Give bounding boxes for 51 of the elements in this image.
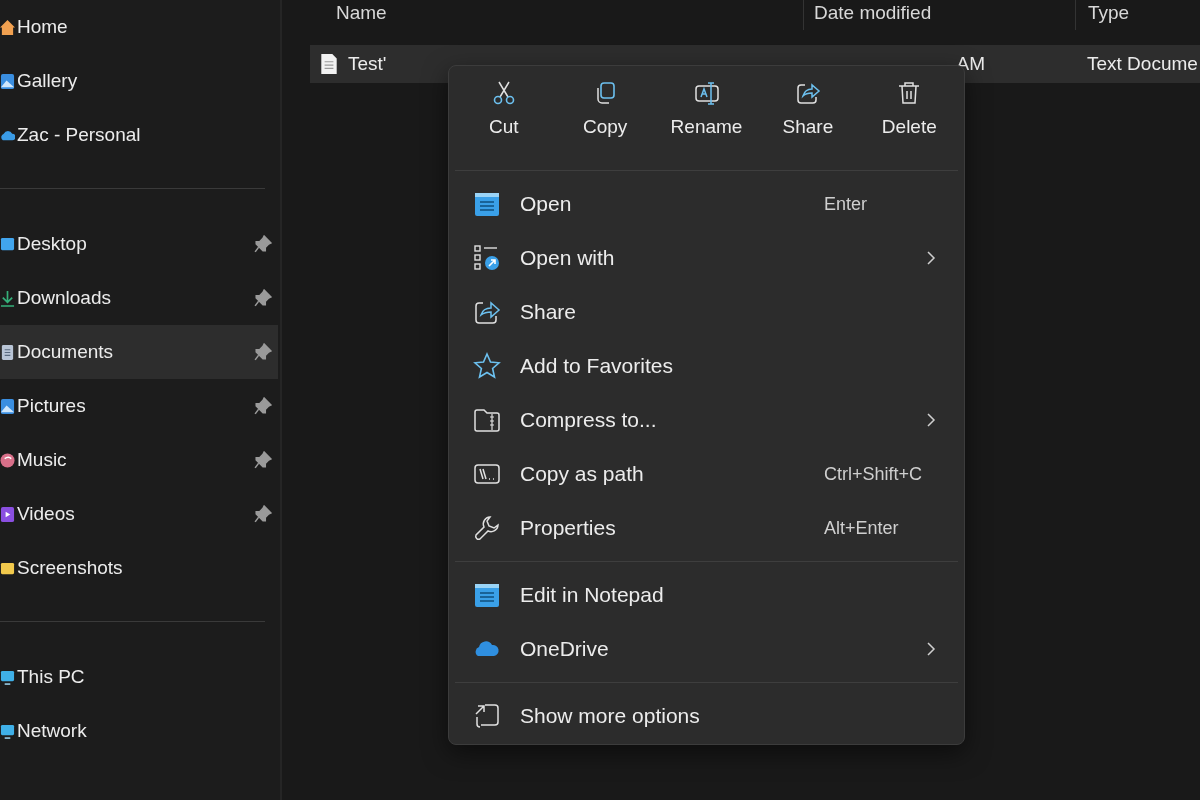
- sidebar-item[interactable]: This PC: [0, 650, 278, 704]
- picture-icon: [0, 72, 15, 90]
- sidebar-item[interactable]: Screenshots: [0, 541, 278, 595]
- menu-item[interactable]: Open with: [449, 231, 964, 285]
- sidebar-item[interactable]: Gallery: [0, 54, 278, 108]
- expand-icon: [473, 702, 501, 730]
- house-icon: [0, 18, 15, 36]
- column-header[interactable]: Type: [1075, 0, 1200, 30]
- menu-item[interactable]: Share: [449, 285, 964, 339]
- menu-item[interactable]: Copy as path Ctrl+Shift+C: [449, 447, 964, 501]
- sidebar-item[interactable]: Pictures: [0, 379, 278, 433]
- menu-item[interactable]: Open Enter: [449, 177, 964, 231]
- menu-action-button[interactable]: Cut: [453, 80, 555, 156]
- monitor-icon: [0, 722, 15, 740]
- menu-action-button[interactable]: Rename: [655, 80, 758, 156]
- sidebar-item[interactable]: Network: [0, 704, 278, 758]
- menu-action-button[interactable]: Share: [757, 80, 859, 156]
- monitor-icon: [0, 235, 15, 253]
- menu-item[interactable]: Edit in Notepad: [449, 568, 964, 622]
- menu-action-button[interactable]: Copy: [554, 80, 656, 156]
- column-header[interactable]: Date modified: [803, 0, 1075, 30]
- sidebar-item[interactable]: Music: [0, 433, 278, 487]
- notepad-icon: [473, 190, 501, 218]
- sidebar-item[interactable]: Videos: [0, 487, 278, 541]
- sidebar-item[interactable]: Desktop: [0, 217, 278, 271]
- star-icon: [473, 352, 501, 380]
- sidebar-item[interactable]: Zac - Personal: [0, 108, 278, 162]
- sidebar-item[interactable]: Documents: [0, 325, 278, 379]
- menu-action-button[interactable]: Delete: [858, 80, 961, 156]
- open-with-icon: [473, 244, 501, 272]
- type-cell: Text Docume: [1087, 53, 1198, 75]
- sidebar-item[interactable]: Home: [0, 0, 278, 54]
- monitor-icon: [0, 668, 15, 686]
- rename-icon: [693, 80, 720, 106]
- text-file-icon: [320, 53, 338, 75]
- download-icon: [0, 289, 15, 307]
- file-name: Test': [348, 53, 387, 75]
- picture-icon: [0, 397, 15, 415]
- menu-item[interactable]: Properties Alt+Enter: [449, 501, 964, 555]
- music-icon: [0, 451, 15, 469]
- menu-item[interactable]: Compress to...: [449, 393, 964, 447]
- zip-folder-icon: [473, 406, 501, 434]
- menu-item[interactable]: Add to Favorites: [449, 339, 964, 393]
- document-icon: [0, 343, 15, 361]
- column-header[interactable]: Name: [310, 0, 803, 30]
- menu-item[interactable]: OneDrive: [449, 622, 964, 676]
- wrench-icon: [473, 514, 501, 542]
- notepad-icon: [473, 581, 501, 609]
- film-icon: [0, 505, 15, 523]
- menu-item[interactable]: Show more options: [449, 689, 964, 743]
- sidebar-item[interactable]: Downloads: [0, 271, 278, 325]
